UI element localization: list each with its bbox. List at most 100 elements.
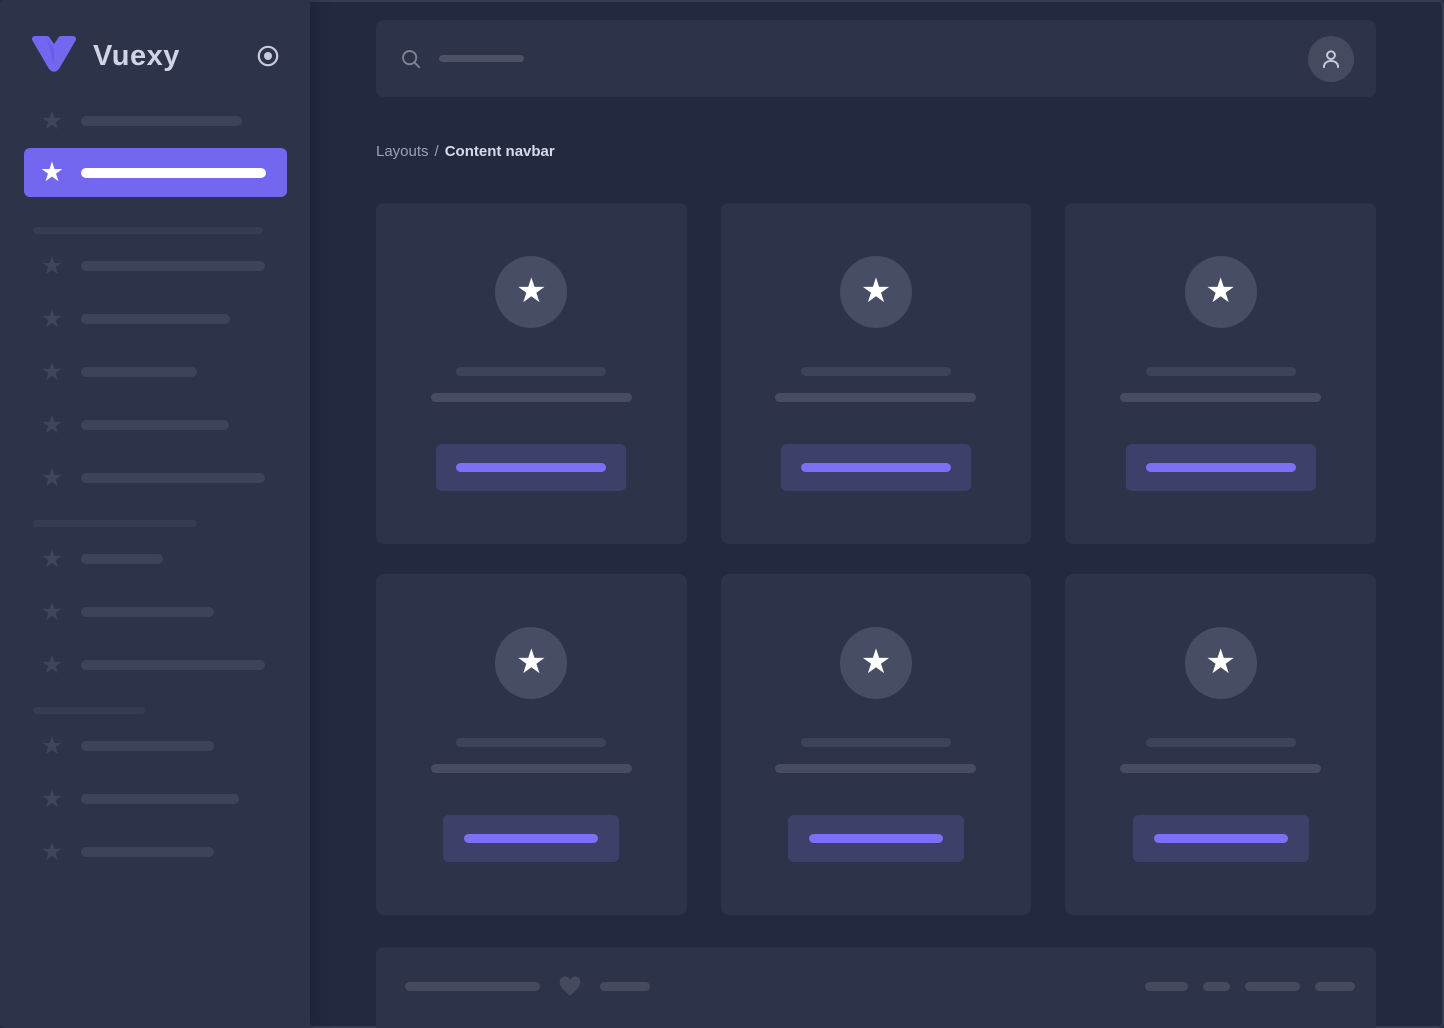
- footer-link-bar[interactable]: [1145, 982, 1188, 991]
- placeholder-bar: [81, 116, 242, 126]
- star-icon: ★: [40, 360, 64, 385]
- star-icon: ★: [40, 466, 64, 491]
- card-text-bar: [456, 738, 606, 747]
- sidebar-menu-item[interactable]: ★: [40, 109, 286, 133]
- sidebar-menu-item[interactable]: ★: [40, 254, 286, 278]
- breadcrumb-separator: /: [435, 143, 439, 160]
- star-icon: ★: [40, 413, 64, 438]
- card-text-bar: [775, 764, 976, 773]
- search-input[interactable]: [400, 48, 1308, 70]
- card-text-bar: [801, 367, 951, 376]
- star-icon: ★: [40, 787, 64, 812]
- star-icon: ★: [861, 645, 891, 679]
- menu-section-header: [33, 227, 310, 234]
- sidebar-menu-item[interactable]: ★: [40, 547, 286, 571]
- placeholder-bar: [81, 261, 265, 271]
- sidebar-pin-radio-icon[interactable]: [256, 44, 280, 68]
- button-label-bar: [464, 834, 598, 843]
- sidebar-menu-item[interactable]: ★: [40, 840, 286, 864]
- sidebar-menu-item[interactable]: ★: [40, 734, 286, 758]
- user-avatar[interactable]: [1308, 36, 1354, 82]
- footer: [376, 947, 1376, 1028]
- card-text-bar: [1120, 764, 1321, 773]
- placeholder-card: ★: [376, 203, 687, 544]
- button-label-bar: [456, 463, 606, 472]
- placeholder-bar: [81, 847, 214, 857]
- star-icon: ★: [40, 734, 64, 759]
- button-label-bar: [1154, 834, 1288, 843]
- card-text-bar: [456, 367, 606, 376]
- app-window: Vuexy ★★★★★★★★★★★★★: [0, 0, 1444, 1028]
- vuexy-logo-icon: [28, 34, 80, 78]
- breadcrumb-parent[interactable]: Layouts: [376, 143, 429, 160]
- button-label-bar: [809, 834, 943, 843]
- breadcrumb: Layouts / Content navbar: [376, 143, 1376, 160]
- footer-link-bar[interactable]: [1315, 982, 1355, 991]
- card-text-bar: [431, 764, 632, 773]
- card-text-bar: [801, 738, 951, 747]
- sidebar-menu: ★ ★ ★ ★ ★ ★ ★ ★ ★ ★ ★ ★ ★: [0, 109, 310, 864]
- card-text-bar: [1120, 393, 1321, 402]
- sidebar-menu-item[interactable]: ★: [40, 653, 286, 677]
- card-text-bar: [431, 393, 632, 402]
- star-icon: ★: [40, 600, 64, 625]
- card-action-button[interactable]: [436, 444, 626, 491]
- card-action-button[interactable]: [443, 815, 619, 862]
- card-text-bar: [1146, 367, 1296, 376]
- placeholder-bar: [81, 314, 230, 324]
- menu-section-header: [33, 707, 310, 714]
- star-icon: ★: [40, 547, 64, 572]
- placeholder-bar: [33, 520, 197, 527]
- sidebar-menu-item[interactable]: ★: [40, 360, 286, 384]
- footer-link-bar[interactable]: [1203, 982, 1230, 991]
- top-navbar: [376, 20, 1376, 97]
- placeholder-card: ★: [1065, 203, 1376, 544]
- card-avatar-circle: ★: [495, 256, 567, 328]
- breadcrumb-current: Content navbar: [445, 143, 555, 160]
- star-icon: ★: [516, 645, 546, 679]
- card-action-button[interactable]: [1126, 444, 1316, 491]
- placeholder-card: ★: [376, 574, 687, 915]
- footer-link-bar[interactable]: [1245, 982, 1300, 991]
- placeholder-bar: [81, 554, 163, 564]
- sidebar-menu-item[interactable]: ★: [40, 413, 286, 437]
- footer-placeholder-bar: [600, 982, 650, 991]
- card-avatar-circle: ★: [840, 256, 912, 328]
- card-action-button[interactable]: [788, 815, 964, 862]
- placeholder-bar: [81, 367, 197, 377]
- sidebar-menu-item[interactable]: ★: [40, 307, 286, 331]
- sidebar-menu-item[interactable]: ★: [40, 466, 286, 490]
- button-label-bar: [1146, 463, 1296, 472]
- card-text-bar: [775, 393, 976, 402]
- placeholder-bar: [33, 707, 145, 714]
- sidebar-menu-item-active[interactable]: ★: [24, 148, 287, 197]
- sidebar-menu-item[interactable]: ★: [40, 600, 286, 624]
- placeholder-card: ★: [721, 574, 1032, 915]
- card-action-button[interactable]: [1133, 815, 1309, 862]
- sidebar-header: Vuexy: [0, 0, 310, 78]
- app-title: Vuexy: [93, 40, 180, 73]
- sidebar-menu-item[interactable]: ★: [40, 787, 286, 811]
- search-icon: [400, 48, 422, 70]
- placeholder-bar: [81, 660, 265, 670]
- star-icon: ★: [40, 109, 64, 134]
- card-avatar-circle: ★: [495, 627, 567, 699]
- placeholder-bar: [33, 227, 263, 234]
- card-text-bar: [1146, 738, 1296, 747]
- placeholder-card: ★: [721, 203, 1032, 544]
- main-content: Layouts/Content navbar ★★★★★★: [310, 0, 1444, 1028]
- placeholder-card: ★: [1065, 574, 1376, 915]
- card-action-button[interactable]: [781, 444, 971, 491]
- placeholder-bar: [81, 420, 229, 430]
- search-placeholder-bar: [439, 55, 524, 62]
- button-label-bar: [801, 463, 951, 472]
- star-icon: ★: [516, 274, 546, 308]
- placeholder-bar: [81, 607, 214, 617]
- placeholder-bar: [81, 794, 239, 804]
- star-icon: ★: [40, 653, 64, 678]
- star-icon: ★: [861, 274, 891, 308]
- card-avatar-circle: ★: [840, 627, 912, 699]
- footer-right: [1145, 973, 1355, 999]
- star-icon: ★: [40, 840, 64, 865]
- person-icon: [1318, 46, 1344, 72]
